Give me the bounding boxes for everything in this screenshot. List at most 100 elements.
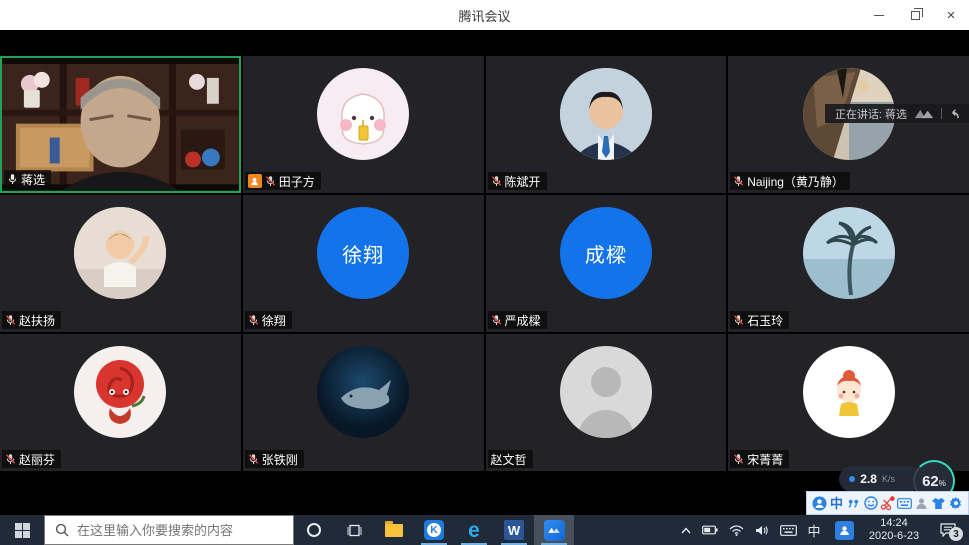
participant-name: 田子方 xyxy=(279,173,315,190)
word-button[interactable]: W xyxy=(494,515,534,545)
net-status-dot-icon xyxy=(849,476,855,482)
avatar-cartoon-rose xyxy=(74,346,166,438)
participant-name: 张铁刚 xyxy=(262,451,298,468)
mic-muted-icon xyxy=(733,453,744,465)
avatar-text: 成樑 xyxy=(585,239,627,268)
participant-tile-zhaowenzhe[interactable]: 赵文哲 xyxy=(486,334,727,471)
battery-tray-button[interactable] xyxy=(697,515,723,545)
participant-tile-tianzifang[interactable]: 田子方 xyxy=(243,56,484,193)
ime-screenshot-scissors-icon[interactable] xyxy=(880,496,895,511)
window-controls: × xyxy=(861,0,969,30)
wifi-tray-button[interactable] xyxy=(723,515,749,545)
title-bar: 腾讯会议 × xyxy=(0,0,969,30)
mic-muted-icon xyxy=(265,175,276,187)
edge-button[interactable]: e xyxy=(454,515,494,545)
touch-keyboard-button[interactable] xyxy=(775,515,801,545)
participant-name: 宋菁菁 xyxy=(747,451,783,468)
name-tag: 蒋选 xyxy=(4,170,51,188)
name-tag: 张铁刚 xyxy=(245,450,304,468)
name-tag: 石玉玲 xyxy=(730,311,789,329)
name-tag: 赵丽芬 xyxy=(2,450,61,468)
file-explorer-icon xyxy=(385,524,403,537)
name-tag: 徐翔 xyxy=(245,311,292,329)
participant-tile-chenbinkai[interactable]: 陈斌开 xyxy=(486,56,727,193)
status-badge-icon xyxy=(248,174,262,188)
app-k-button[interactable]: K xyxy=(414,515,454,545)
collapse-arrow-icon[interactable] xyxy=(948,108,961,120)
ime-logo-icon[interactable] xyxy=(812,496,827,511)
speaker-icon xyxy=(755,525,769,536)
ime-account-icon[interactable] xyxy=(914,496,929,511)
participant-tile-xuxiang[interactable]: 徐翔 徐翔 xyxy=(243,195,484,332)
restore-icon xyxy=(911,11,920,20)
contacts-app-icon xyxy=(835,521,854,540)
task-view-button[interactable] xyxy=(334,515,374,545)
ime-emoji-icon[interactable] xyxy=(863,496,878,511)
battery-icon xyxy=(702,525,718,535)
net-speed-unit: K/s xyxy=(882,474,895,484)
battery-unit: % xyxy=(939,479,946,488)
minimize-button[interactable] xyxy=(861,0,897,30)
window-title: 腾讯会议 xyxy=(458,6,510,25)
meeting-area: 蒋选 xyxy=(0,30,969,515)
participant-tile-naijing[interactable]: 正在讲话: 蒋选 xyxy=(728,56,969,193)
volume-tray-button[interactable] xyxy=(749,515,775,545)
avatar-photo-palm xyxy=(803,207,895,299)
participant-tile-songjingjing[interactable]: 宋菁菁 xyxy=(728,334,969,471)
ime-punctuation-icon[interactable] xyxy=(846,496,861,511)
ime-virtual-keyboard-icon[interactable] xyxy=(897,496,912,511)
avatar-initials: 成樑 xyxy=(560,207,652,299)
mic-muted-icon xyxy=(733,175,744,187)
participant-name: 石玉玲 xyxy=(747,312,783,329)
meeting-logo-icon xyxy=(913,107,935,120)
participant-tile-zhangtiegang[interactable]: 张铁刚 xyxy=(243,334,484,471)
action-center-button[interactable]: 3 xyxy=(927,515,969,545)
search-input[interactable] xyxy=(77,523,283,538)
ime-language-indicator[interactable]: 中 xyxy=(801,515,827,545)
chevron-up-icon xyxy=(681,527,691,534)
net-speed-pill: 2.8 K/s xyxy=(839,466,921,492)
participant-tile-shiyuling[interactable]: 石玉玲 xyxy=(728,195,969,332)
windows-taskbar: K e W xyxy=(0,515,969,545)
mic-muted-icon xyxy=(5,453,16,465)
taskbar-clock[interactable]: 14:24 2020-6-23 xyxy=(861,515,927,545)
hidden-icons-button[interactable] xyxy=(675,515,697,545)
avatar-cartoon-blob xyxy=(317,68,409,160)
participant-name: Naijing（黄乃静） xyxy=(747,173,844,190)
battery-value: 62 xyxy=(922,473,939,490)
clock-time: 14:24 xyxy=(880,517,908,530)
wifi-icon xyxy=(729,525,744,536)
touch-keyboard-icon xyxy=(780,525,797,536)
participant-tile-zhaofuyang[interactable]: 赵扶扬 xyxy=(0,195,241,332)
participant-tile-yanchengliang[interactable]: 成樑 严成樑 xyxy=(486,195,727,332)
avatar-cartoon-girl xyxy=(803,346,895,438)
restore-button[interactable] xyxy=(897,0,933,30)
close-button[interactable]: × xyxy=(933,0,969,30)
participant-name: 徐翔 xyxy=(262,312,286,329)
notification-count-badge: 3 xyxy=(949,527,963,541)
participant-name: 陈斌开 xyxy=(505,173,541,190)
participant-tile-jiangxuan[interactable]: 蒋选 xyxy=(0,56,241,193)
ime-mode-toggle[interactable]: 中 xyxy=(829,496,844,511)
avatar-text: 徐翔 xyxy=(342,239,384,268)
tencent-meeting-icon xyxy=(544,520,565,541)
participant-name: 赵扶扬 xyxy=(19,312,55,329)
ime-skin-icon[interactable] xyxy=(931,496,946,511)
name-tag: 宋菁菁 xyxy=(730,450,789,468)
close-icon: × xyxy=(947,8,956,23)
divider xyxy=(941,108,942,119)
file-explorer-button[interactable] xyxy=(374,515,414,545)
cortana-button[interactable] xyxy=(294,515,334,545)
tray-contacts-app-button[interactable] xyxy=(827,515,861,545)
search-icon xyxy=(55,523,69,537)
start-button[interactable] xyxy=(0,515,44,545)
windows-logo-icon xyxy=(15,523,30,538)
ime-settings-gear-icon[interactable] xyxy=(948,496,963,511)
name-tag: 陈斌开 xyxy=(488,172,547,190)
tencent-meeting-taskbar-button[interactable] xyxy=(534,515,574,545)
cortana-icon xyxy=(307,523,321,537)
mic-muted-icon xyxy=(248,453,259,465)
mic-muted-icon xyxy=(491,314,502,326)
participant-tile-zhaolifen[interactable]: 赵丽芬 xyxy=(0,334,241,471)
taskbar-search[interactable] xyxy=(44,515,294,545)
